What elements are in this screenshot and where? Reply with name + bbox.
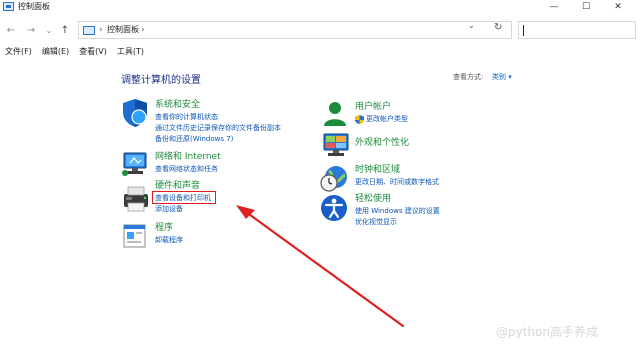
text-caret (523, 25, 524, 36)
search-input[interactable] (518, 21, 636, 39)
link-uninstall-program[interactable]: 卸载程序 (155, 236, 183, 245)
programs-icon[interactable] (121, 223, 149, 249)
link-network-status[interactable]: 查看网络状态和任务 (155, 165, 218, 174)
printer-icon[interactable] (121, 185, 151, 213)
back-arrow-icon[interactable]: ← (4, 23, 18, 37)
uac-shield-icon (355, 115, 364, 124)
ease-of-access-icon[interactable] (320, 194, 348, 222)
menu-file[interactable]: 文件(F) (5, 46, 32, 60)
category-system-security[interactable]: 系统和安全 (155, 100, 200, 111)
link-view-computer-status[interactable]: 查看你的计算机状态 (155, 113, 218, 122)
breadcrumb-control-panel[interactable]: 控制面板 (107, 25, 139, 35)
title-bar: 控制面板 — ☐ ✕ (0, 0, 640, 16)
watermark: @python高手养成 (496, 325, 598, 339)
close-button[interactable]: ✕ (606, 0, 630, 14)
category-clock-region[interactable]: 时钟和区域 (355, 165, 400, 176)
minimize-button[interactable]: — (542, 0, 566, 14)
control-panel-icon (83, 26, 95, 35)
window-title: 控制面板 (18, 2, 50, 11)
view-by-dropdown[interactable]: 类别 ▾ (492, 72, 512, 82)
breadcrumb-chevron-icon[interactable]: › (141, 25, 145, 35)
link-recommended-settings[interactable]: 使用 Windows 建议的设置 (355, 207, 440, 216)
link-change-date-time-format[interactable]: 更改日期、时间或数字格式 (355, 178, 439, 187)
category-network-internet[interactable]: 网络和 Internet (155, 152, 221, 163)
recent-locations-chevron-icon[interactable]: ⌄ (42, 23, 56, 37)
forward-arrow-icon[interactable]: → (24, 23, 38, 37)
category-ease-of-access[interactable]: 轻松使用 (355, 194, 391, 205)
category-appearance-personalization[interactable]: 外观和个性化 (355, 138, 409, 149)
up-arrow-icon[interactable]: ↑ (58, 23, 72, 37)
link-change-account-type[interactable]: 更改帐户类型 (366, 115, 408, 124)
address-dropdown-icon[interactable]: ⌄ (468, 21, 475, 30)
address-bar[interactable]: › 控制面板 › (78, 21, 512, 39)
link-backup-restore[interactable]: 备份和还原(Windows 7) (155, 135, 233, 144)
view-by-label: 查看方式: (453, 73, 484, 81)
category-user-accounts[interactable]: 用户帐户 (355, 102, 391, 113)
menu-tools[interactable]: 工具(T) (117, 46, 144, 60)
menu-view[interactable]: 查看(V) (79, 46, 107, 60)
link-add-device[interactable]: 添加设备 (155, 205, 183, 214)
network-icon[interactable] (121, 151, 149, 177)
clock-globe-icon[interactable] (319, 163, 349, 193)
link-optimize-display[interactable]: 优化视觉显示 (355, 218, 397, 227)
page-title: 调整计算机的设置 (121, 75, 201, 86)
personalization-icon[interactable] (321, 132, 351, 158)
control-panel-icon (3, 2, 14, 11)
navigation-bar: ← → ⌄ ↑ › 控制面板 › ⌄ ↻ (0, 18, 640, 42)
menu-edit[interactable]: 编辑(E) (42, 46, 69, 60)
refresh-icon[interactable]: ↻ (494, 22, 502, 33)
menu-bar: 文件(F) 编辑(E) 查看(V) 工具(T) (0, 46, 640, 60)
category-programs[interactable]: 程序 (155, 223, 173, 234)
link-file-history-backup[interactable]: 通过文件历史记录保存你的文件备份副本 (155, 124, 281, 133)
highlight-box (152, 191, 216, 204)
shield-icon[interactable] (121, 98, 149, 128)
breadcrumb-separator: › (99, 25, 103, 35)
user-accounts-icon[interactable] (321, 99, 349, 127)
maximize-button[interactable]: ☐ (574, 0, 598, 14)
